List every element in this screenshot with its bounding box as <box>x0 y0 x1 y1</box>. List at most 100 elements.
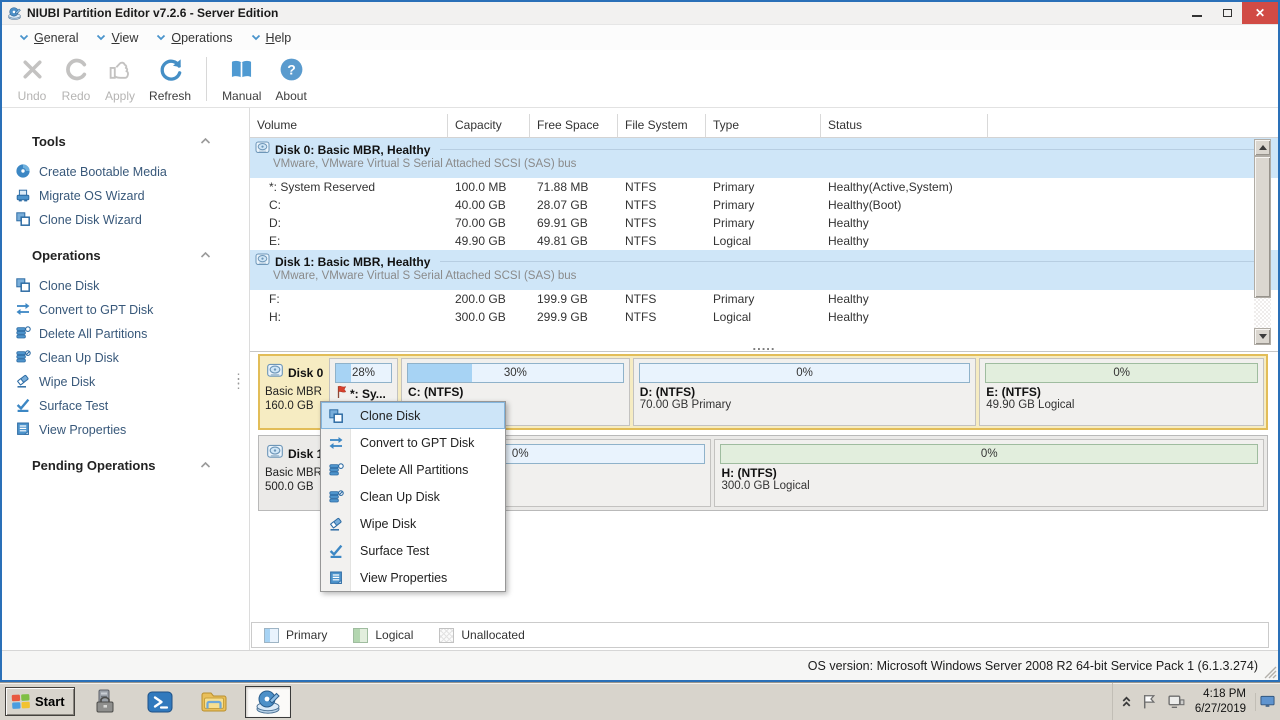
context-menu-item-convert-to-gpt-disk[interactable]: Convert to GPT Disk <box>321 429 505 456</box>
menu-icon-gutter <box>321 429 351 456</box>
tool-label: Undo <box>18 89 47 103</box>
sidebar-item-migrate-os-wizard[interactable]: Migrate OS Wizard <box>2 184 249 208</box>
cell: 70.00 GB <box>448 214 530 232</box>
disk-panel-disk-0[interactable]: Disk 0Basic MBR160.0 GB <box>262 358 326 426</box>
volume-row-system-reserved[interactable]: *: System Reserved100.0 MB71.88 MBNTFSPr… <box>250 178 1278 196</box>
sidebar-header-pending-operations[interactable]: Pending Operations <box>2 452 249 484</box>
clone-icon <box>15 211 31 230</box>
usage-percent: 0% <box>640 364 970 382</box>
system-tray: 4:18 PM 6/27/2019 <box>1112 683 1277 720</box>
column-header-volume[interactable]: Volume <box>250 114 448 138</box>
column-header-capacity[interactable]: Capacity <box>448 114 530 138</box>
refresh-button[interactable]: Refresh <box>142 55 198 104</box>
disk-panel-header: Disk 0 <box>265 361 326 384</box>
taskbar-app-windows-explorer[interactable] <box>191 686 237 718</box>
sidebar-item-wipe-disk[interactable]: Wipe Disk <box>2 370 249 394</box>
taskbar-app-server-manager[interactable] <box>83 686 129 718</box>
volume-row-h[interactable]: H:300.0 GB299.9 GBNTFSLogicalHealthy <box>250 308 1278 326</box>
sidebar-item-label: Delete All Partitions <box>39 327 147 341</box>
table-scrollbar[interactable] <box>1254 139 1271 345</box>
tool-label: Refresh <box>149 89 191 103</box>
menu-general[interactable]: General <box>10 28 87 48</box>
volume-row-e[interactable]: E:49.90 GB49.81 GBNTFSLogicalHealthy <box>250 232 1278 250</box>
sidebar-header-operations[interactable]: Operations <box>2 242 249 274</box>
sidebar-item-create-bootable-media[interactable]: Create Bootable Media <box>2 160 249 184</box>
volume-row-d[interactable]: D:70.00 GB69.91 GBNTFSPrimaryHealthy <box>250 214 1278 232</box>
sidebar-splitter-handle[interactable]: ⋮⋮ <box>232 376 245 386</box>
about-button[interactable]: ?About <box>268 55 313 104</box>
legend-item-logical: Logical <box>353 628 413 643</box>
column-header-file-system[interactable]: File System <box>618 114 706 138</box>
about-icon: ? <box>278 56 305 88</box>
partition-label-text: H: (NTFS) <box>721 466 776 480</box>
sidebar-item-delete-all-partitions[interactable]: Delete All Partitions <box>2 322 249 346</box>
title-bar[interactable]: NIUBI Partition Editor v7.2.6 - Server E… <box>2 2 1278 24</box>
context-menu-item-delete-all-partitions[interactable]: Delete All Partitions <box>321 456 505 483</box>
cell: Healthy <box>821 232 988 250</box>
partition-label-text: *: Sy... <box>350 387 386 401</box>
context-menu-item-view-properties[interactable]: View Properties <box>321 564 505 591</box>
disk-group-name: Disk 1: Basic MBR, Healthy <box>275 255 430 269</box>
menu-help[interactable]: Help <box>242 28 301 48</box>
disk-panel-disk-1[interactable]: Disk 1Basic MBR500.0 GB <box>262 439 326 507</box>
disk-group-row-disk-0[interactable]: Disk 0: Basic MBR, HealthyVMware, VMware… <box>250 138 1278 178</box>
maximize-button[interactable] <box>1212 2 1242 24</box>
usage-percent: 28% <box>336 364 391 382</box>
os-version-text: OS version: Microsoft Windows Server 200… <box>808 659 1258 673</box>
apply-icon <box>107 56 134 88</box>
minimize-button[interactable] <box>1182 2 1212 24</box>
taskbar-app-niubi-partition-editor[interactable] <box>245 686 291 718</box>
action-center-flag-icon[interactable] <box>1141 693 1158 710</box>
section-title: Operations <box>32 248 200 263</box>
context-menu-item-surface-test[interactable]: Surface Test <box>321 537 505 564</box>
column-header-status[interactable]: Status <box>821 114 988 138</box>
context-menu-item-clone-disk[interactable]: Clone Disk <box>321 402 505 429</box>
context-menu-item-wipe-disk[interactable]: Wipe Disk <box>321 510 505 537</box>
sidebar-item-convert-to-gpt-disk[interactable]: Convert to GPT Disk <box>2 298 249 322</box>
sidebar-item-clone-disk-wizard[interactable]: Clone Disk Wizard <box>2 208 249 232</box>
partition-d-ntfs[interactable]: 0%D: (NTFS)70.00 GB Primary <box>633 358 977 426</box>
partition-h-ntfs[interactable]: 0%H: (NTFS)300.0 GB Logical <box>714 439 1264 507</box>
sidebar-item-surface-test[interactable]: Surface Test <box>2 394 249 418</box>
cell: NTFS <box>618 196 706 214</box>
column-header-free-space[interactable]: Free Space <box>530 114 618 138</box>
svg-text:?: ? <box>287 61 296 77</box>
sidebar-item-clone-disk[interactable]: Clone Disk <box>2 274 249 298</box>
taskbar: Start 4:18 PM 6/27/2019 <box>0 682 1280 720</box>
start-label: Start <box>35 694 65 709</box>
hidden-icons-chevron[interactable] <box>1121 695 1132 708</box>
scroll-down-button[interactable] <box>1254 328 1271 345</box>
volume-row-f[interactable]: F:200.0 GB199.9 GBNTFSPrimaryHealthy <box>250 290 1278 308</box>
sidebar-item-view-properties[interactable]: View Properties <box>2 418 249 442</box>
clock[interactable]: 4:18 PM 6/27/2019 <box>1195 687 1246 717</box>
close-button[interactable]: ✕ <box>1242 2 1278 24</box>
tool-label: Manual <box>222 89 261 103</box>
cell: Healthy(Active,System) <box>821 178 988 196</box>
scroll-up-button[interactable] <box>1254 139 1271 156</box>
sidebar-item-label: View Properties <box>39 423 126 437</box>
disk-group-title: Disk 0: Basic MBR, Healthy <box>250 141 1278 158</box>
sidebar-item-label: Convert to GPT Disk <box>39 303 153 317</box>
sidebar-item-clean-up-disk[interactable]: Clean Up Disk <box>2 346 249 370</box>
partition-e-ntfs[interactable]: 0%E: (NTFS)49.90 GB Logical <box>979 358 1264 426</box>
start-button[interactable]: Start <box>5 687 75 716</box>
show-desktop-button[interactable] <box>1255 693 1275 711</box>
chevron-up-icon <box>200 246 211 264</box>
manual-button[interactable]: Manual <box>215 55 268 104</box>
taskbar-app-powershell[interactable] <box>137 686 183 718</box>
menu-operations[interactable]: Operations <box>147 28 241 48</box>
sidebar-header-tools[interactable]: Tools <box>2 128 249 160</box>
cell <box>988 232 1278 250</box>
disk-group-row-disk-1[interactable]: Disk 1: Basic MBR, HealthyVMware, VMware… <box>250 250 1278 290</box>
resize-grip[interactable] <box>1264 666 1277 679</box>
context-menu-item-clean-up-disk[interactable]: Clean Up Disk <box>321 483 505 510</box>
table-splitter-dots[interactable]: ..... <box>250 341 1278 350</box>
desktop: NIUBI Partition Editor v7.2.6 - Server E… <box>0 0 1280 720</box>
scrollbar-thumb[interactable] <box>1254 156 1271 298</box>
network-icon[interactable] <box>1167 693 1186 710</box>
volume-row-c[interactable]: C:40.00 GB28.07 GBNTFSPrimaryHealthy(Boo… <box>250 196 1278 214</box>
cell <box>988 308 1278 326</box>
column-header-type[interactable]: Type <box>706 114 821 138</box>
niubi-window: NIUBI Partition Editor v7.2.6 - Server E… <box>0 0 1280 682</box>
menu-view[interactable]: View <box>87 28 147 48</box>
